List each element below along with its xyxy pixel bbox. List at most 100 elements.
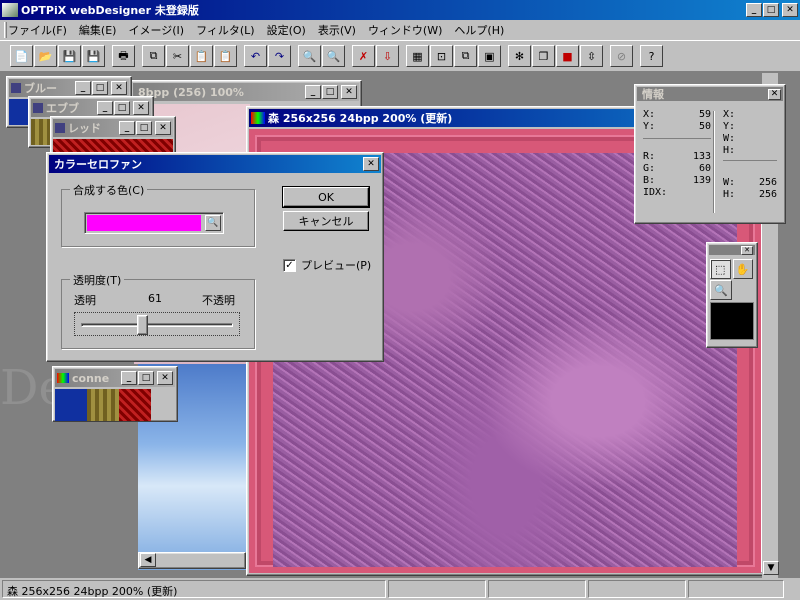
undo-icon[interactable]: ↶ (244, 45, 267, 67)
window-8bpp-close-button[interactable]: ✕ (341, 85, 357, 99)
palette-icon[interactable]: ■ (556, 45, 579, 67)
status-pane-4 (588, 580, 686, 598)
effect-icon[interactable]: ✻ (508, 45, 531, 67)
save-as-icon[interactable]: 💾 (82, 45, 105, 67)
window-conne-close-button[interactable]: ✕ (157, 371, 173, 385)
cut-icon[interactable]: ✂ (166, 45, 189, 67)
crop-icon[interactable]: ✗ (352, 45, 375, 67)
menu-settings[interactable]: 設定(O) (261, 22, 312, 38)
scroll-down-icon[interactable]: ▼ (763, 561, 779, 575)
color-swatch[interactable] (710, 302, 754, 340)
info-y-value: 50 (698, 121, 711, 132)
status-pane-2 (388, 580, 486, 598)
window-conne[interactable]: conne _ □ ✕ (52, 366, 178, 422)
color-cellophane-dialog[interactable]: カラーセロファン ✕ 合成する色(C) 🔍 OK キャンセル ✓ プレビュー(P… (46, 152, 384, 362)
open-icon[interactable]: 📂 (34, 45, 57, 67)
window-8bpp-minimize-button[interactable]: _ (305, 85, 321, 99)
export-icon[interactable]: ⇩ (376, 45, 399, 67)
tool-palette[interactable]: ✕ ⬚ ✋ 🔍 (706, 242, 758, 348)
slider-thumb[interactable] (137, 315, 149, 335)
window-ebf-minimize-button[interactable]: _ (97, 101, 113, 115)
app-close-button[interactable]: ✕ (782, 3, 798, 17)
window-ebf-title: エブブ (46, 102, 79, 115)
opacity-slider[interactable] (74, 312, 240, 336)
window-red[interactable]: レッド _ □ ✕ (50, 116, 176, 156)
scroll-left-icon[interactable]: ◀ (140, 553, 156, 567)
stop-icon[interactable]: ⊘ (610, 45, 633, 67)
info-panel[interactable]: 情報 ✕ X: 59 Y: 50 R: 133 G: 60 B: 139 IDX: X: … (634, 84, 786, 224)
zoom-in-icon[interactable]: 🔍 (298, 45, 321, 67)
window-red-title: レッド (68, 122, 101, 135)
window-8bpp-maximize-button[interactable]: □ (322, 85, 338, 99)
tool-palette-close-button[interactable]: ✕ (741, 245, 753, 255)
window-blue-close-button[interactable]: ✕ (111, 81, 127, 95)
zoom-out-icon[interactable]: 🔍 (322, 45, 345, 67)
menu-help[interactable]: ヘルプ(H) (448, 22, 510, 38)
selected-color-swatch (87, 215, 201, 231)
preview-check-icon[interactable]: ✓ (283, 258, 296, 272)
print-icon[interactable]: 🖶 (112, 45, 135, 67)
app-maximize-button[interactable]: □ (763, 3, 779, 17)
info-width-value: 256 (758, 177, 777, 188)
window-red-close-button[interactable]: ✕ (155, 121, 171, 135)
layers-icon[interactable]: ⧉ (454, 45, 477, 67)
opacity-group: 透明度(T) 透明 61 不透明 (61, 272, 255, 349)
info-r-value: 133 (692, 151, 711, 162)
preview-checkbox[interactable]: ✓ プレビュー(P) (283, 257, 371, 273)
window-blue-maximize-button[interactable]: □ (92, 81, 108, 95)
save-icon[interactable]: 💾 (58, 45, 81, 67)
info-panel-title: 情報 (642, 88, 664, 101)
split-icon[interactable]: ⇳ (580, 45, 603, 67)
redo-icon[interactable]: ↷ (268, 45, 291, 67)
menu-view[interactable]: 表示(V) (312, 22, 362, 38)
app-minimize-button[interactable]: _ (746, 3, 762, 17)
hand-tool-icon[interactable]: ✋ (732, 259, 753, 279)
window-conne-minimize-button[interactable]: _ (121, 371, 137, 385)
menu-filter[interactable]: フィルタ(L) (190, 22, 261, 38)
paste-icon[interactable]: 📋 (190, 45, 213, 67)
window-red-maximize-button[interactable]: □ (136, 121, 152, 135)
grid-icon[interactable]: ▦ (406, 45, 429, 67)
info-selection-values: X: Y: W: H: W: 256 H: 256 (723, 109, 777, 200)
color-picker-icon[interactable]: 🔍 (205, 215, 221, 231)
status-bar: 森 256x256 24bpp 200% (更新) (0, 578, 800, 600)
help-icon[interactable]: ? (640, 45, 663, 67)
info-panel-close-button[interactable]: ✕ (768, 88, 781, 100)
menu-file[interactable]: ファイル(F) (2, 22, 73, 38)
menu-bar: ファイル(F) 編集(E) イメージ(I) フィルタ(L) 設定(O) 表示(V… (0, 20, 800, 40)
window-ebf-close-button[interactable]: ✕ (133, 101, 149, 115)
menu-edit[interactable]: 編集(E) (73, 22, 123, 38)
slider-track (81, 323, 233, 327)
color-field[interactable]: 🔍 (84, 212, 224, 234)
zoom-tool-icon[interactable]: 🔍 (710, 280, 732, 300)
dialog-close-button[interactable]: ✕ (363, 157, 379, 171)
duplicate-icon[interactable]: ❐ (532, 45, 555, 67)
window-ebf-maximize-button[interactable]: □ (114, 101, 130, 115)
toolbar: 📄 📂 💾 💾 🖶 ⧉ ✂ 📋 📋 ↶ ↷ 🔍 🔍 ✗ ⇩ ▦ ⊡ ⧉ ▣ ✻ … (0, 40, 800, 72)
menu-image[interactable]: イメージ(I) (122, 22, 190, 38)
sky-scrollbar[interactable]: ◀ (138, 552, 246, 569)
ok-button[interactable]: OK (282, 186, 370, 208)
opacity-value: 61 (148, 292, 162, 305)
window-blue-title: ブルー (24, 82, 57, 95)
window-8bpp-title: 8bpp (256) 100% (138, 85, 244, 99)
app-title-bar: OPTPiX webDesigner 未登録版 _ □ ✕ (0, 0, 800, 20)
window-red-minimize-button[interactable]: _ (119, 121, 135, 135)
cancel-button[interactable]: キャンセル (283, 211, 369, 231)
status-pane-5 (688, 580, 784, 598)
window-blue-minimize-button[interactable]: _ (75, 81, 91, 95)
copy-icon[interactable]: ⧉ (142, 45, 165, 67)
menu-window[interactable]: ウィンドウ(W) (362, 22, 448, 38)
info-cursor-values: X: 59 Y: 50 R: 133 G: 60 B: 139 IDX: (643, 109, 711, 198)
status-text: 森 256x256 24bpp 200% (更新) (2, 580, 386, 598)
paste-new-icon[interactable]: 📋 (214, 45, 237, 67)
new-icon[interactable]: 📄 (10, 45, 33, 67)
image-window-icon (57, 373, 69, 383)
select-tool-icon[interactable]: ⬚ (710, 259, 731, 279)
info-height-value: 256 (758, 189, 777, 200)
window-conne-maximize-button[interactable]: □ (138, 371, 154, 385)
dialog-title: カラーセロファン (54, 158, 142, 171)
opaque-label: 不透明 (202, 294, 235, 307)
resize-icon[interactable]: ⊡ (430, 45, 453, 67)
frame-icon[interactable]: ▣ (478, 45, 501, 67)
